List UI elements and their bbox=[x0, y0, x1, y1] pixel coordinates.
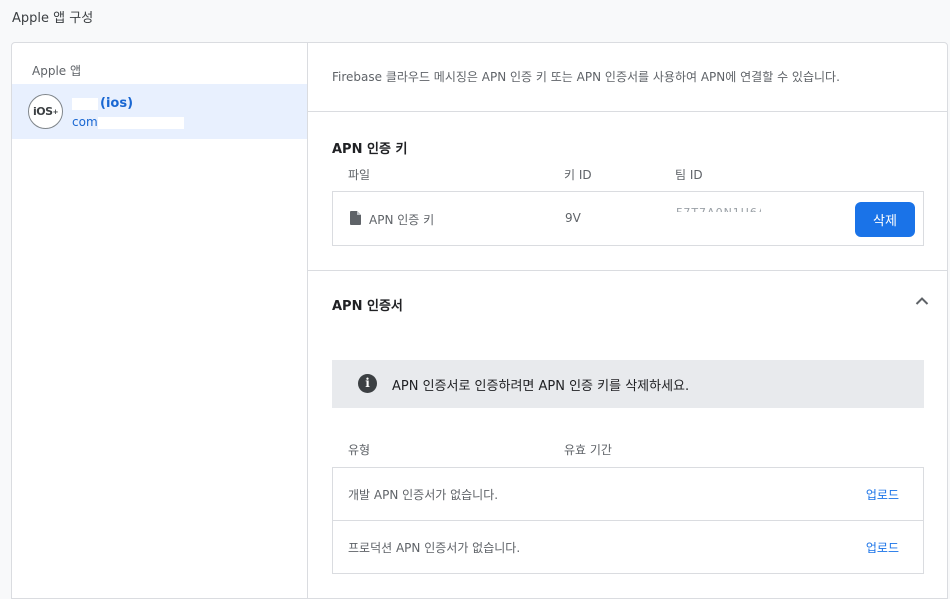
chevron-up-icon[interactable] bbox=[915, 296, 929, 306]
delete-button[interactable]: 삭제 bbox=[855, 202, 915, 237]
column-header-expiry: 유효 기간 bbox=[564, 443, 612, 457]
intro-section: Firebase 클라우드 메시징은 APN 인증 키 또는 APN 인증서를 … bbox=[308, 43, 947, 112]
ios-badge-icon: iOS + bbox=[28, 94, 63, 129]
auth-key-row: APN 인증 키 9V F7T7A0N1U6A7 삭제 bbox=[332, 191, 924, 246]
sidebar-heading: Apple 앱 bbox=[32, 64, 82, 78]
file-icon bbox=[350, 211, 361, 225]
intro-text: Firebase 클라우드 메시징은 APN 인증 키 또는 APN 인증서를 … bbox=[332, 70, 840, 84]
apple-config-card: Apple 앱 iOS + (ios) com Firebase 클라우드 메시징… bbox=[11, 42, 948, 599]
section-divider bbox=[308, 270, 947, 271]
certificate-status: 개발 APN 인증서가 없습니다. bbox=[348, 488, 499, 502]
redacted-block bbox=[72, 97, 98, 110]
upload-development-link[interactable]: 업로드 bbox=[866, 486, 899, 503]
auth-key-title: APN 인증 키 bbox=[332, 142, 408, 157]
info-banner: i APN 인증서로 인증하려면 APN 인증 키를 삭제하세요. bbox=[332, 360, 924, 408]
column-header-team-id: 팀 ID bbox=[675, 168, 703, 182]
column-header-key-id: 키 ID bbox=[564, 168, 592, 182]
certificates-title: APN 인증서 bbox=[332, 299, 403, 314]
column-header-type: 유형 bbox=[348, 443, 371, 457]
certificate-row-development: 개발 APN 인증서가 없습니다. 업로드 bbox=[332, 467, 924, 521]
sidebar: Apple 앱 iOS + (ios) com bbox=[12, 43, 308, 598]
info-icon: i bbox=[358, 374, 377, 393]
app-bundle-id: com bbox=[72, 115, 184, 129]
page-title: Apple 앱 구성 bbox=[12, 11, 94, 26]
info-text: APN 인증서로 인증하려면 APN 인증 키를 삭제하세요. bbox=[392, 379, 690, 394]
team-id-value: F7T7A0N1U6A7 bbox=[676, 206, 761, 212]
certificate-status: 프로덕션 APN 인증서가 없습니다. bbox=[348, 541, 521, 555]
auth-key-id: 9V bbox=[565, 211, 581, 225]
column-header-file: 파일 bbox=[348, 168, 371, 182]
certificate-row-production: 프로덕션 APN 인증서가 없습니다. 업로드 bbox=[332, 520, 924, 574]
app-name: (ios) bbox=[72, 96, 133, 111]
auth-key-file: APN 인증 키 bbox=[369, 213, 435, 227]
sidebar-item-ios-app[interactable]: iOS + (ios) com bbox=[12, 84, 307, 139]
redacted-block bbox=[97, 116, 184, 129]
upload-production-link[interactable]: 업로드 bbox=[866, 539, 899, 556]
main-panel: Firebase 클라우드 메시징은 APN 인증 키 또는 APN 인증서를 … bbox=[308, 43, 947, 598]
